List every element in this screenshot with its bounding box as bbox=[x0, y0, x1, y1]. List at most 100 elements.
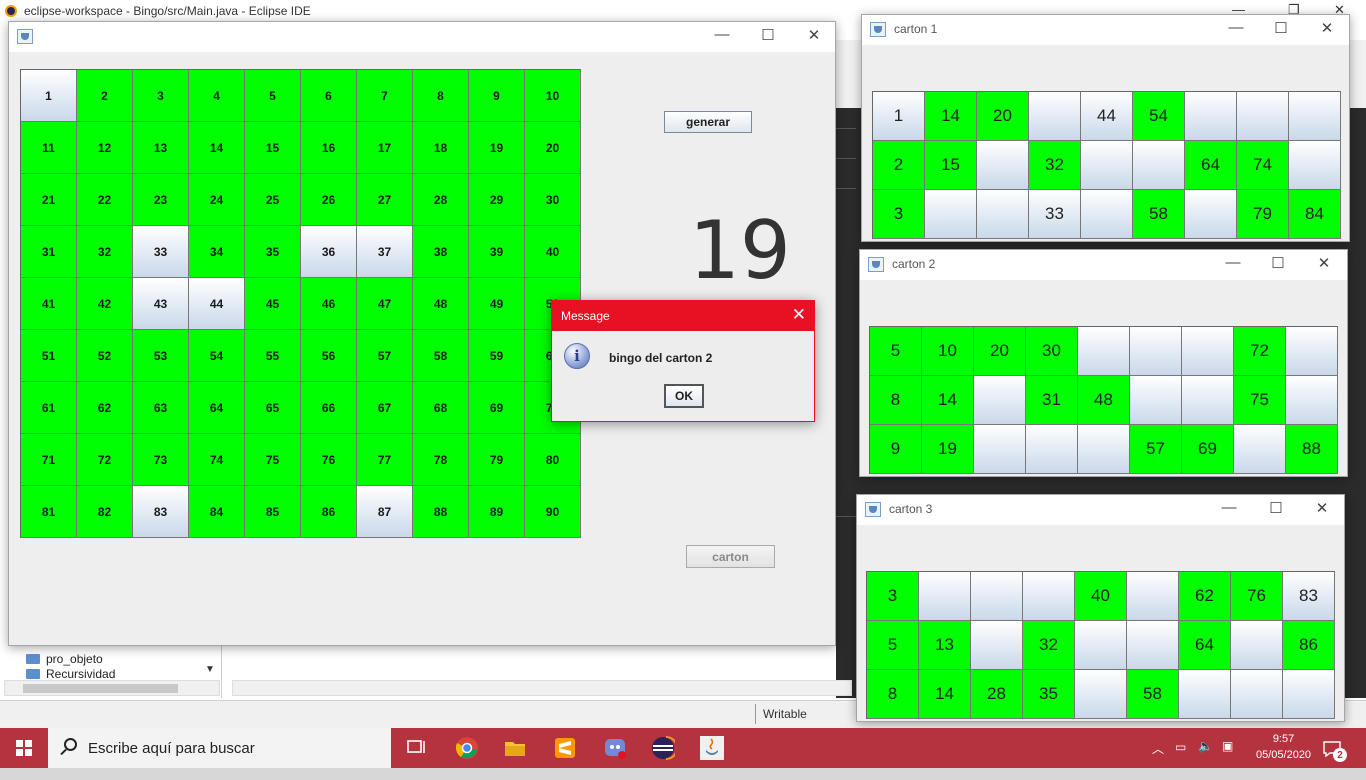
carton-cell[interactable] bbox=[1130, 376, 1182, 425]
minimize-icon[interactable]: — bbox=[712, 26, 732, 43]
board-cell[interactable]: 6 bbox=[301, 70, 357, 122]
board-cell[interactable]: 52 bbox=[77, 330, 133, 382]
carton-cell[interactable]: 44 bbox=[1081, 92, 1133, 141]
scroll-down-icon[interactable]: ▼ bbox=[205, 664, 215, 675]
task-view-icon[interactable] bbox=[405, 736, 429, 760]
carton-cell[interactable]: 10 bbox=[922, 327, 974, 376]
board-cell[interactable]: 16 bbox=[301, 122, 357, 174]
carton-cell[interactable] bbox=[977, 190, 1029, 239]
carton-cell[interactable] bbox=[1289, 92, 1341, 141]
close-icon[interactable]: ✕ bbox=[1312, 499, 1332, 517]
carton-cell[interactable] bbox=[1234, 425, 1286, 474]
close-icon[interactable]: ✕ bbox=[804, 26, 824, 44]
carton-cell[interactable] bbox=[1026, 425, 1078, 474]
battery-icon[interactable]: ▭ bbox=[1175, 740, 1186, 780]
taskbar-search[interactable]: Escribe aquí para buscar bbox=[48, 728, 391, 768]
carton-cell[interactable] bbox=[974, 376, 1026, 425]
board-cell[interactable]: 5 bbox=[245, 70, 301, 122]
carton-cell[interactable] bbox=[1127, 621, 1179, 670]
carton-cell[interactable]: 28 bbox=[971, 670, 1023, 719]
carton-cell[interactable] bbox=[1283, 670, 1335, 719]
board-cell[interactable]: 4 bbox=[189, 70, 245, 122]
board-cell[interactable]: 23 bbox=[133, 174, 189, 226]
board-cell[interactable]: 81 bbox=[21, 486, 77, 538]
board-cell[interactable]: 74 bbox=[189, 434, 245, 486]
carton-cell[interactable] bbox=[1289, 141, 1341, 190]
maximize-icon[interactable]: ☐ bbox=[1268, 254, 1288, 272]
carton-cell[interactable] bbox=[971, 621, 1023, 670]
board-cell[interactable]: 35 bbox=[245, 226, 301, 278]
carton-cell[interactable]: 74 bbox=[1237, 141, 1289, 190]
carton-cell[interactable]: 8 bbox=[870, 376, 922, 425]
board-cell[interactable]: 43 bbox=[133, 278, 189, 330]
carton-cell[interactable] bbox=[1127, 572, 1179, 621]
carton-cell[interactable]: 9 bbox=[870, 425, 922, 474]
board-cell[interactable]: 24 bbox=[189, 174, 245, 226]
board-cell[interactable]: 88 bbox=[413, 486, 469, 538]
board-cell[interactable]: 12 bbox=[77, 122, 133, 174]
carton-cell[interactable]: 58 bbox=[1127, 670, 1179, 719]
carton-cell[interactable] bbox=[1231, 670, 1283, 719]
board-cell[interactable]: 62 bbox=[77, 382, 133, 434]
minimize-icon[interactable]: — bbox=[1223, 254, 1243, 271]
carton-cell[interactable]: 84 bbox=[1289, 190, 1341, 239]
carton-cell[interactable] bbox=[1237, 92, 1289, 141]
carton-cell[interactable] bbox=[919, 572, 971, 621]
board-cell[interactable]: 78 bbox=[413, 434, 469, 486]
explorer-item[interactable]: Recursividad bbox=[26, 668, 115, 680]
carton-cell[interactable]: 14 bbox=[919, 670, 971, 719]
board-cell[interactable]: 90 bbox=[525, 486, 581, 538]
carton-cell[interactable] bbox=[1182, 376, 1234, 425]
network-icon[interactable]: ▣ bbox=[1222, 739, 1233, 779]
carton-cell[interactable]: 8 bbox=[867, 670, 919, 719]
carton-cell[interactable]: 14 bbox=[925, 92, 977, 141]
carton-cell[interactable]: 14 bbox=[922, 376, 974, 425]
carton-cell[interactable]: 83 bbox=[1283, 572, 1335, 621]
carton-cell[interactable]: 5 bbox=[867, 621, 919, 670]
editor-hscrollbar[interactable] bbox=[232, 680, 852, 696]
board-cell[interactable]: 68 bbox=[413, 382, 469, 434]
carton-cell[interactable] bbox=[1185, 92, 1237, 141]
board-cell[interactable]: 71 bbox=[21, 434, 77, 486]
carton-cell[interactable]: 31 bbox=[1026, 376, 1078, 425]
carton-cell[interactable]: 20 bbox=[974, 327, 1026, 376]
carton-cell[interactable] bbox=[974, 425, 1026, 474]
board-cell[interactable]: 46 bbox=[301, 278, 357, 330]
carton-cell[interactable]: 33 bbox=[1029, 190, 1081, 239]
carton-cell[interactable]: 3 bbox=[873, 190, 925, 239]
ok-button[interactable]: OK bbox=[664, 384, 704, 408]
carton-cell[interactable]: 48 bbox=[1078, 376, 1130, 425]
carton-cell[interactable] bbox=[977, 141, 1029, 190]
carton-cell[interactable]: 3 bbox=[867, 572, 919, 621]
board-cell[interactable]: 79 bbox=[469, 434, 525, 486]
carton-cell[interactable] bbox=[1075, 621, 1127, 670]
carton-cell[interactable]: 32 bbox=[1029, 141, 1081, 190]
board-cell[interactable]: 82 bbox=[77, 486, 133, 538]
board-cell[interactable]: 38 bbox=[413, 226, 469, 278]
carton-cell[interactable] bbox=[1179, 670, 1231, 719]
taskbar-clock[interactable]: 9:57 05/05/2020 bbox=[1256, 731, 1311, 763]
board-cell[interactable]: 29 bbox=[469, 174, 525, 226]
close-icon[interactable]: ✕ bbox=[792, 305, 806, 325]
board-cell[interactable]: 15 bbox=[245, 122, 301, 174]
board-cell[interactable]: 73 bbox=[133, 434, 189, 486]
start-button[interactable] bbox=[0, 728, 48, 768]
carton-cell[interactable]: 32 bbox=[1023, 621, 1075, 670]
carton-cell[interactable]: 64 bbox=[1179, 621, 1231, 670]
carton-cell[interactable] bbox=[1029, 92, 1081, 141]
carton-cell[interactable]: 20 bbox=[977, 92, 1029, 141]
carton-cell[interactable] bbox=[1133, 141, 1185, 190]
carton-cell[interactable] bbox=[1231, 621, 1283, 670]
board-cell[interactable]: 75 bbox=[245, 434, 301, 486]
carton-cell[interactable] bbox=[1185, 190, 1237, 239]
discord-icon[interactable] bbox=[603, 736, 627, 760]
board-cell[interactable]: 31 bbox=[21, 226, 77, 278]
board-cell[interactable]: 51 bbox=[21, 330, 77, 382]
board-cell[interactable]: 41 bbox=[21, 278, 77, 330]
carton-cell[interactable]: 86 bbox=[1283, 621, 1335, 670]
carton-cell[interactable] bbox=[1286, 327, 1338, 376]
carton-cell[interactable] bbox=[1078, 425, 1130, 474]
board-cell[interactable]: 33 bbox=[133, 226, 189, 278]
board-cell[interactable]: 84 bbox=[189, 486, 245, 538]
carton-cell[interactable] bbox=[1023, 572, 1075, 621]
